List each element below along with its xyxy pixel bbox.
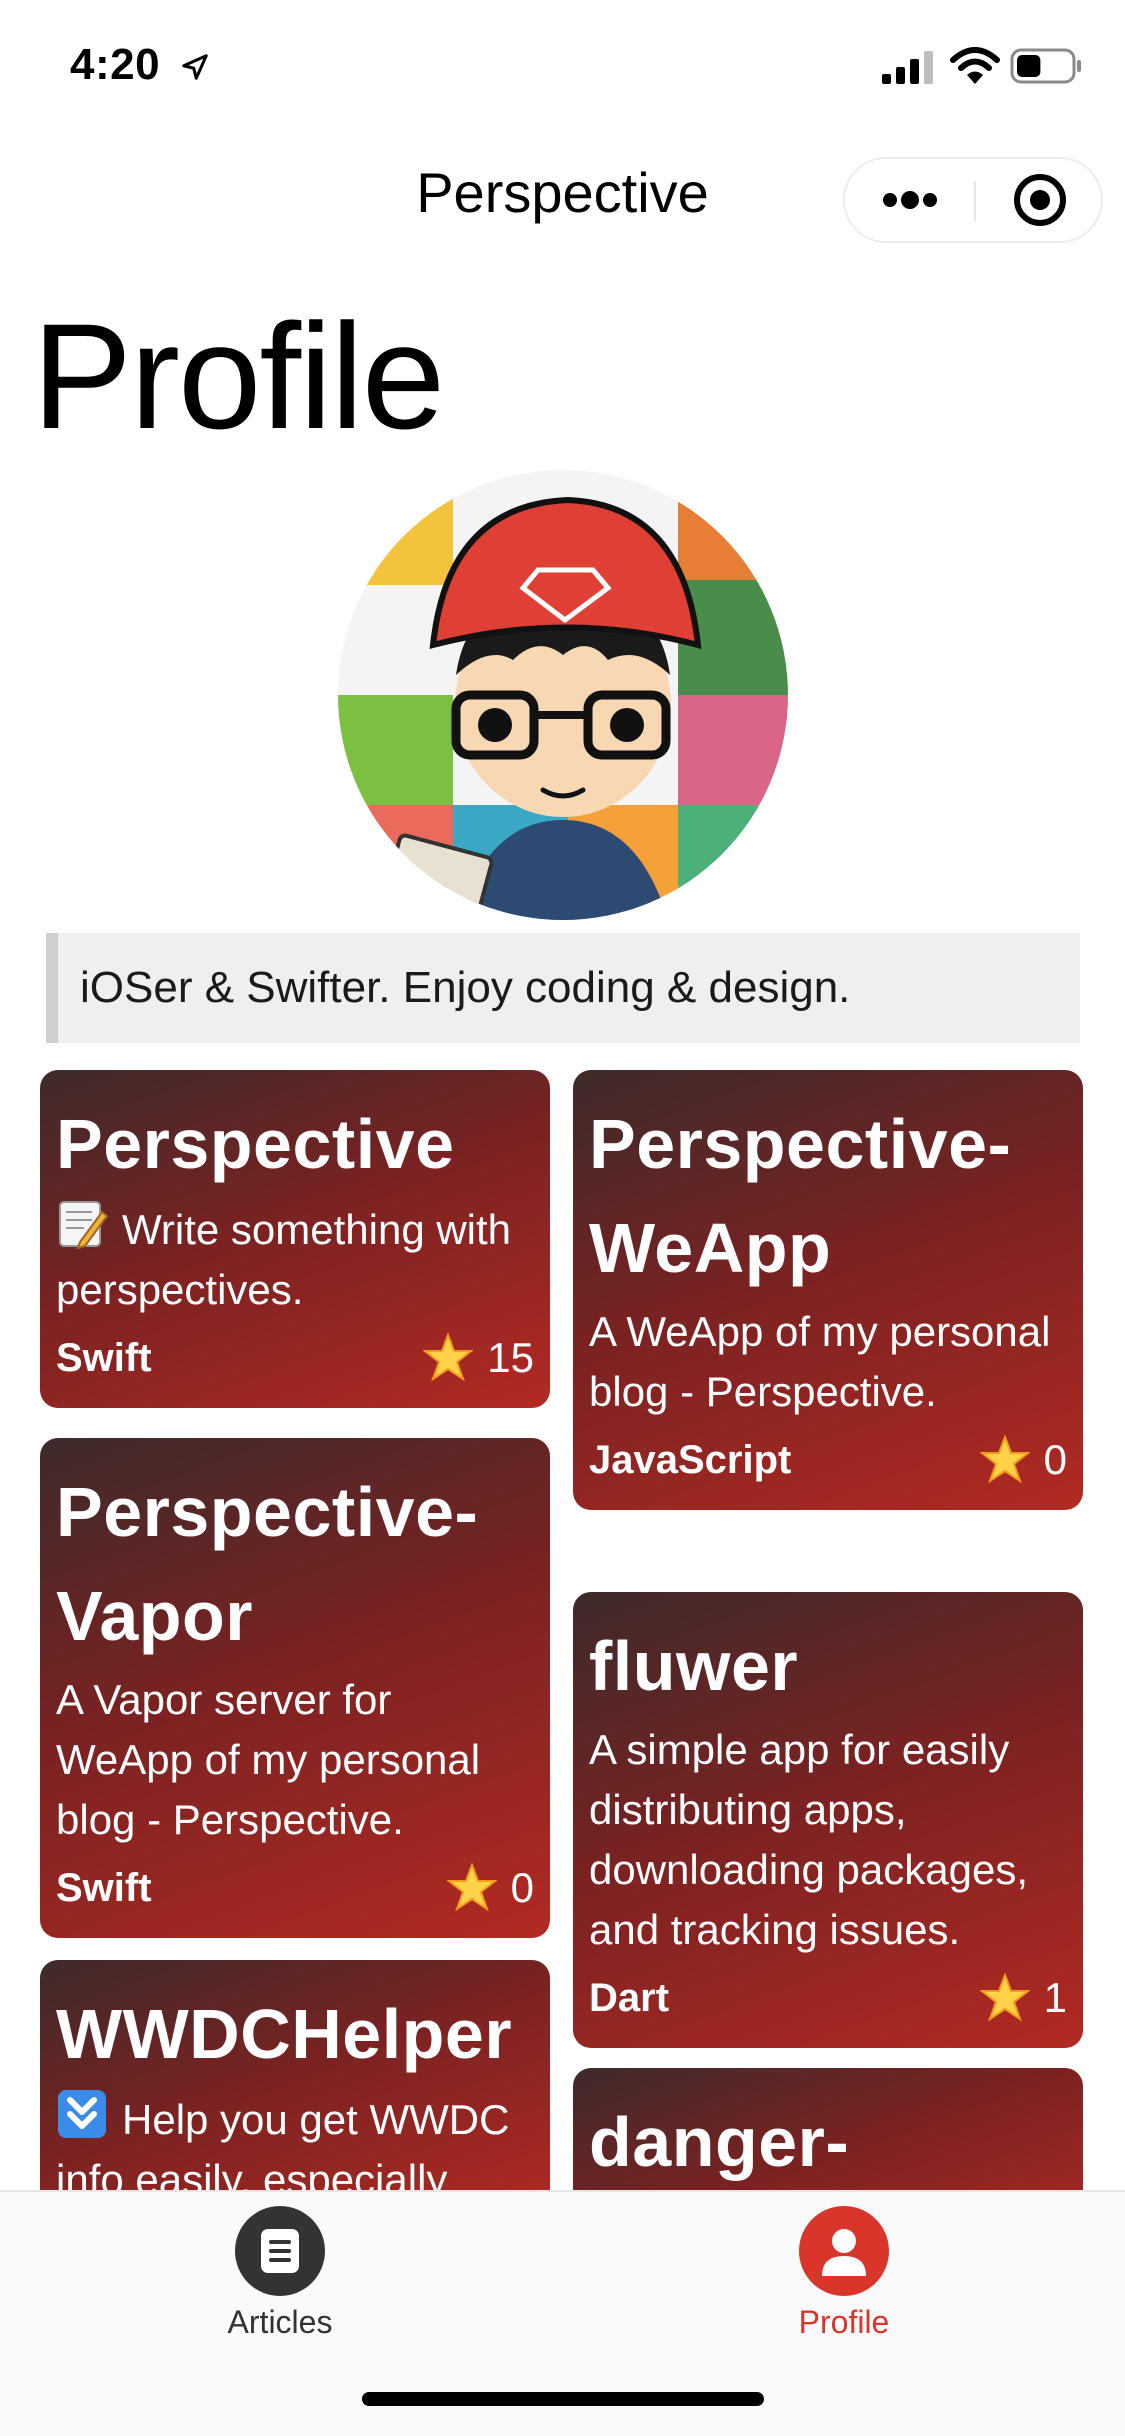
- tab-label: Articles: [227, 2304, 333, 2340]
- repo-language: JavaScript: [589, 1437, 792, 1482]
- repo-language: Swift: [56, 1335, 152, 1380]
- tab-articles[interactable]: Articles: [130, 2206, 430, 2341]
- repo-card-grid: Perspective Write something with perspec…: [0, 1070, 1125, 2190]
- repo-stars: 15: [423, 1333, 534, 1383]
- repo-stars: 1: [979, 1973, 1067, 2023]
- star-icon: [979, 1435, 1030, 1484]
- repo-name-line1: Perspective-: [589, 1105, 1012, 1183]
- repo-language: Dart: [589, 1975, 670, 2020]
- repo-footer: Dart 1: [589, 1968, 1067, 2028]
- repo-name-line2: WeApp: [589, 1209, 832, 1287]
- battery-icon: [1010, 48, 1081, 84]
- avatar[interactable]: [338, 470, 788, 920]
- repo-language: Swift: [56, 1865, 152, 1910]
- repo-footer: Swift 0: [56, 1858, 534, 1918]
- repo-name: fluwer: [589, 1627, 799, 1705]
- repo-name: danger-: [589, 2103, 850, 2181]
- repo-description: Help you get WWDC info easily, especiall…: [56, 2088, 534, 2190]
- more-dots-icon: [883, 191, 937, 209]
- repo-card[interactable]: Perspective- WeApp A WeApp of my persona…: [573, 1070, 1083, 1510]
- star-icon: [446, 1863, 497, 1912]
- repo-footer: Swift 15: [56, 1328, 534, 1388]
- repo-star-count: 0: [510, 1864, 534, 1911]
- memo-emoji-icon: [59, 1201, 108, 1250]
- repo-description: Write something with perspectives.: [56, 1198, 534, 1320]
- repo-description: A WeApp of my personal blog - Perspectiv…: [589, 1308, 1051, 1415]
- close-button[interactable]: [975, 159, 1105, 241]
- tab-label: Profile: [798, 2304, 890, 2340]
- home-indicator: [362, 2392, 764, 2406]
- repo-description-text: Help you get WWDC info easily, especiall…: [56, 2096, 510, 2190]
- tab-profile[interactable]: Profile: [694, 2206, 994, 2341]
- down-arrow-emoji-icon: [58, 2090, 106, 2138]
- wifi-icon: [950, 47, 1000, 84]
- repo-name-line1: Perspective-: [56, 1473, 479, 1551]
- repo-name: Perspective: [56, 1105, 455, 1183]
- cellular-signal-icon: [882, 51, 933, 84]
- article-icon: [235, 2206, 325, 2296]
- star-icon: [979, 1973, 1030, 2022]
- repo-card[interactable]: Perspective- Vapor A Vapor server for We…: [40, 1438, 550, 1938]
- location-arrow-icon: [182, 54, 208, 80]
- page-title: Profile: [32, 292, 445, 460]
- repo-star-count: 15: [487, 1334, 534, 1381]
- more-button[interactable]: [845, 159, 975, 241]
- repo-name: Perspective- Vapor: [56, 1460, 534, 1668]
- repo-card[interactable]: fluwer A simple app for easily distribut…: [573, 1592, 1083, 2048]
- target-close-icon: [1014, 174, 1066, 226]
- repo-footer: JavaScript 0: [589, 1430, 1067, 1490]
- status-time: 4:20: [70, 40, 161, 89]
- repo-card[interactable]: WWDCHelper Help you get WWDC info easily…: [40, 1960, 550, 2190]
- repo-name: Perspective- WeApp: [589, 1092, 1067, 1300]
- repo-name: WWDCHelper: [56, 1995, 513, 2073]
- repo-description: A Vapor server for WeApp of my personal …: [56, 1676, 481, 1843]
- repo-name-line2: Vapor: [56, 1577, 254, 1655]
- profile-bio: iOSer & Swifter. Enjoy coding & design.: [46, 933, 1080, 1043]
- person-icon: [799, 2206, 889, 2296]
- repo-stars: 0: [979, 1435, 1067, 1485]
- status-bar: 4:20: [0, 0, 1125, 140]
- repo-star-count: 1: [1043, 1974, 1067, 2021]
- repo-description-text: Write something with perspectives.: [56, 1206, 512, 1313]
- mini-program-capsule: [843, 157, 1103, 243]
- repo-card[interactable]: danger-: [573, 2068, 1083, 2190]
- star-icon: [423, 1333, 474, 1382]
- repo-description: A simple app for easily distributing app…: [589, 1726, 1028, 1953]
- repo-star-count: 0: [1043, 1436, 1067, 1483]
- repo-stars: 0: [446, 1863, 534, 1913]
- repo-card[interactable]: Perspective Write something with perspec…: [40, 1070, 550, 1408]
